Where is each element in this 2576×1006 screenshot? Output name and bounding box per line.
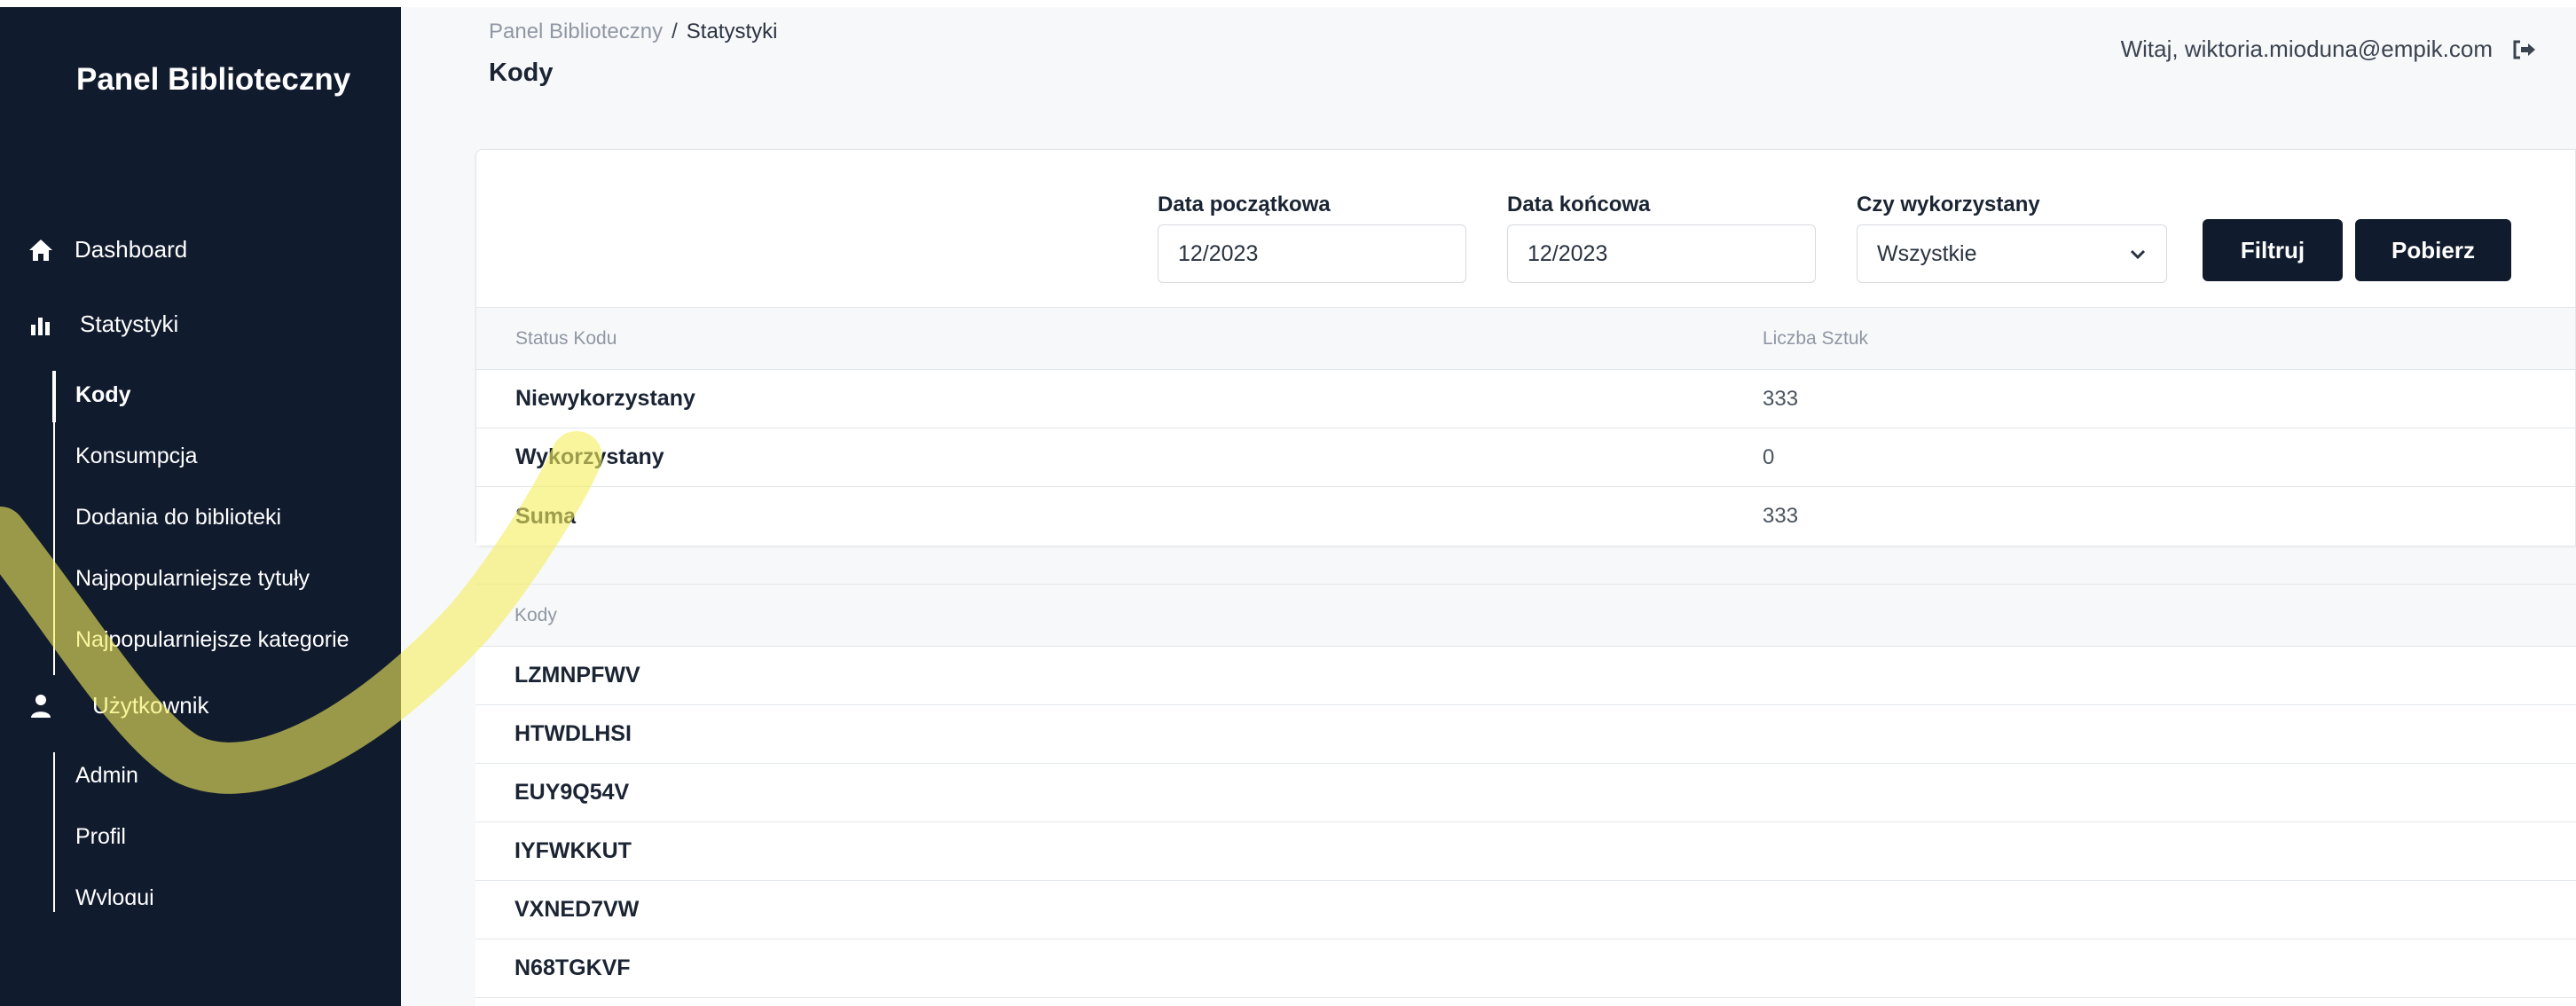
breadcrumb-current: Statystyki [686,20,778,43]
column-header-codes: Kody [514,604,557,625]
sidebar-item-uzytkownik[interactable]: Użytkownik [0,692,208,719]
sidebar-item-najpopularniejsze-tytuly[interactable]: Najpopularniejsze tytuły [75,566,310,592]
table-row: Suma 333 [476,487,2575,546]
sidebar-item-wyloguj[interactable]: Wyloguj [75,885,154,905]
breadcrumb: Panel Biblioteczny / Statystyki [489,20,778,44]
codes-table: Kody LZMNPFWV HTWDLHSI EUY9Q54V IYFWKKUT… [475,584,2576,1006]
end-date-label: Data końcowa [1507,193,1651,216]
start-date-value: 12/2023 [1178,240,1259,266]
code-cell: IYFWKKUT [514,838,632,863]
table-row: IYFWKKUT [475,822,2576,881]
user-icon [25,694,57,719]
sidebar-item-dodania[interactable]: Dodania do biblioteki [75,505,281,531]
submenu-line [53,752,55,912]
logout-icon[interactable] [2512,39,2537,60]
sidebar-item-label: Dashboard [75,236,188,263]
filter-button[interactable]: Filtruj [2203,219,2343,281]
sidebar-item-admin[interactable]: Admin [75,763,138,789]
used-filter-label: Czy wykorzystany [1857,193,2040,216]
welcome-text: Witaj, wiktoria.mioduna@empik.com [2120,35,2493,62]
table-row: EUY9Q54V [475,764,2576,822]
code-cell: VXNED7VW [514,897,640,922]
breadcrumb-separator: / [671,20,678,43]
count-cell: 0 [1763,444,1775,469]
used-filter-select[interactable]: Wszystkie [1857,224,2167,283]
code-cell: EUY9Q54V [514,780,630,805]
start-date-label: Data początkowa [1158,193,1331,216]
sidebar: Panel Biblioteczny Dashboard Statystyki … [0,7,401,1006]
top-header: Panel Biblioteczny / Statystyki Kody Witaj… [401,7,2576,140]
sidebar-item-dashboard[interactable]: Dashboard [0,236,187,263]
submenu-line [53,422,55,675]
sidebar-item-label: Statystyki [80,310,179,337]
status-cell: Wykorzystany [515,444,664,469]
codes-table-header: Kody [475,585,2576,647]
table-row: Niewykorzystany 333 [476,370,2575,428]
table-row: LZMNPFWV [475,647,2576,705]
status-cell: Niewykorzystany [515,386,695,411]
code-cell: HTWDLHSI [514,721,632,746]
active-indicator [52,371,56,422]
start-date-input[interactable]: 12/2023 [1158,224,1466,283]
sidebar-item-kody[interactable]: Kody [75,382,131,408]
end-date-input[interactable]: 12/2023 [1507,224,1816,283]
column-header-status: Status Kodu [515,327,617,349]
user-greeting: Witaj, wiktoria.mioduna@empik.com [2121,35,2537,63]
code-cell: N68TGKVF [514,955,631,980]
sidebar-item-najpopularniejsze-kategorie[interactable]: Najpopularniejsze kategorie [75,627,349,653]
used-filter-value: Wszystkie [1877,240,1977,266]
table-row: Wykorzystany 0 [476,428,2575,487]
main-content: Data początkowa 12/2023 Data końcowa 12/… [401,140,2576,1006]
download-button[interactable]: Pobierz [2355,219,2511,281]
sidebar-item-label: Użytkownik [92,692,209,719]
filter-bar: Data początkowa 12/2023 Data końcowa 12/… [476,150,2575,308]
column-header-count: Liczba Sztuk [1763,327,1869,349]
table-row: N68TGKVF [475,939,2576,998]
filter-card: Data początkowa 12/2023 Data końcowa 12/… [475,149,2576,546]
chevron-down-icon [2129,241,2147,267]
count-cell: 333 [1763,504,1799,528]
table-row: VXNED7VW [475,881,2576,939]
bar-chart-icon [25,314,57,335]
sidebar-item-profil[interactable]: Profil [75,824,126,850]
brand-title: Panel Biblioteczny [76,62,351,97]
status-cell: Suma [515,503,577,529]
table-row: HTWDLHSI [475,705,2576,764]
page-title: Kody [489,59,554,87]
sidebar-item-konsumpcja[interactable]: Konsumpcja [75,444,198,469]
breadcrumb-root[interactable]: Panel Biblioteczny [489,20,663,43]
summary-table-header: Status Kodu Liczba Sztuk [476,308,2575,370]
home-icon [25,238,57,263]
end-date-value: 12/2023 [1528,240,1608,266]
count-cell: 333 [1763,386,1799,411]
code-cell: LZMNPFWV [514,663,640,688]
sidebar-item-statystyki[interactable]: Statystyki [0,310,178,338]
